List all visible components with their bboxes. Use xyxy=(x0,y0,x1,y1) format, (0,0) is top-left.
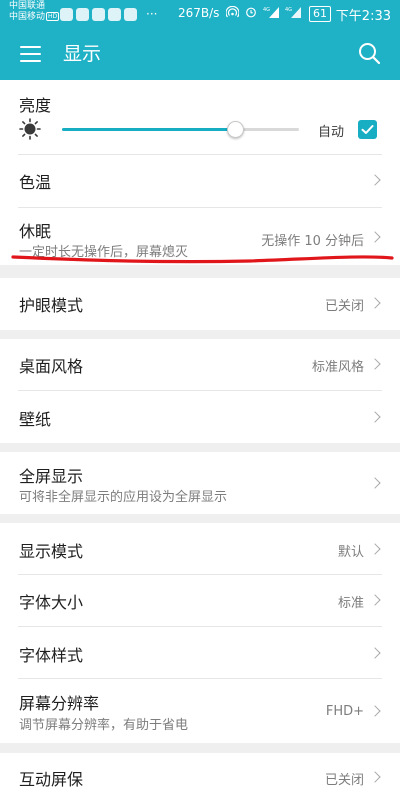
brightness-slider-thumb[interactable] xyxy=(227,121,244,138)
battery-indicator: 61 xyxy=(309,6,331,22)
app-notification-icon xyxy=(76,7,89,21)
screensaver-title: 互动屏保 xyxy=(19,770,84,789)
fullscreen-row[interactable]: 全屏显示 可将非全屏显示的应用设为全屏显示 xyxy=(0,452,400,514)
sleep-value: 无操作 10 分钟后 xyxy=(261,234,364,249)
app-notification-icon xyxy=(124,7,137,21)
carrier-2: 中国移动 xyxy=(9,12,46,22)
desktop-style-row[interactable]: 桌面风格 标准风格 xyxy=(0,339,400,390)
sleep-title: 休眠 xyxy=(19,222,52,241)
chevron-right-icon xyxy=(369,477,381,489)
page-title: 显示 xyxy=(63,43,102,65)
eye-comfort-value: 已关闭 xyxy=(324,299,364,314)
signal-2-label: 4G xyxy=(285,7,292,13)
resolution-value: FHD+ xyxy=(325,704,364,719)
brightness-slider-fill xyxy=(62,128,235,131)
eye-comfort-title: 护眼模式 xyxy=(19,296,84,315)
resolution-title: 屏幕分辨率 xyxy=(19,694,100,713)
auto-brightness-label: 自动 xyxy=(318,125,345,140)
eye-comfort-group: 护眼模式 已关闭 xyxy=(0,278,400,330)
app-notification-icon xyxy=(108,7,121,21)
screensaver-group: 互动屏保 已关闭 xyxy=(0,753,400,800)
app-bar: 显示 xyxy=(0,29,400,80)
font-size-value: 标准 xyxy=(337,596,364,611)
font-size-row[interactable]: 字体大小 标准 xyxy=(0,575,400,626)
fullscreen-title: 全屏显示 xyxy=(19,467,84,486)
chevron-right-icon xyxy=(369,771,381,783)
chevron-right-icon xyxy=(369,411,381,423)
resolution-row[interactable]: 屏幕分辨率 调节屏幕分辨率，有助于省电 FHD+ xyxy=(0,679,400,743)
color-temp-row[interactable]: 色温 xyxy=(0,155,400,207)
chevron-right-icon xyxy=(369,297,381,309)
desktop-group: 桌面风格 标准风格 壁纸 xyxy=(0,339,400,443)
display-mode-value: 默认 xyxy=(337,545,364,560)
notification-icons: ··· xyxy=(60,7,157,21)
chevron-right-icon xyxy=(369,231,381,243)
screensaver-row[interactable]: 互动屏保 已关闭 xyxy=(0,753,400,800)
chevron-right-icon xyxy=(369,358,381,370)
chevron-right-icon xyxy=(369,594,381,606)
display-mode-row[interactable]: 显示模式 默认 xyxy=(0,523,400,574)
network-speed: 267B/s xyxy=(178,6,220,20)
display-advanced-group: 显示模式 默认 字体大小 标准 字体样式 屏幕分辨率 调节屏幕分辨率，有助于省电… xyxy=(0,523,400,743)
font-size-title: 字体大小 xyxy=(19,593,84,612)
desktop-style-value: 标准风格 xyxy=(311,360,364,375)
font-style-row[interactable]: 字体样式 xyxy=(0,627,400,678)
hotspot-icon xyxy=(225,5,240,22)
chevron-right-icon xyxy=(369,647,381,659)
search-icon[interactable] xyxy=(358,42,381,65)
carrier-1: 中国联通 xyxy=(9,1,46,11)
fullscreen-subtitle: 可将非全屏显示的应用设为全屏显示 xyxy=(19,490,228,505)
more-notifications-icon: ··· xyxy=(146,6,158,21)
alarm-icon xyxy=(245,6,257,22)
fullscreen-group: 全屏显示 可将非全屏显示的应用设为全屏显示 xyxy=(0,452,400,514)
signal-4g-icon: 4G xyxy=(263,6,279,22)
color-temp-title: 色温 xyxy=(19,173,52,192)
wallpaper-title: 壁纸 xyxy=(19,410,52,429)
sleep-subtitle: 一定时长无操作后，屏幕熄灭 xyxy=(19,245,189,260)
chevron-right-icon xyxy=(369,174,381,186)
sleep-row[interactable]: 休眠 一定时长无操作后，屏幕熄灭 无操作 10 分钟后 xyxy=(0,208,400,265)
chevron-right-icon xyxy=(369,705,381,717)
status-bar: 中国联通 中国移动 HD ··· 267B/s 4G 4G 61 下午2:33 xyxy=(0,0,400,29)
wallpaper-row[interactable]: 壁纸 xyxy=(0,391,400,443)
resolution-subtitle: 调节屏幕分辨率，有助于省电 xyxy=(19,718,189,733)
app-notification-icon xyxy=(92,7,105,21)
signal-4g-icon: 4G xyxy=(285,6,301,22)
brightness-slider[interactable] xyxy=(62,121,299,138)
eye-comfort-row[interactable]: 护眼模式 已关闭 xyxy=(0,278,400,330)
screensaver-value: 已关闭 xyxy=(324,773,364,788)
signal-1-label: 4G xyxy=(263,7,270,13)
system-icons: 4G 4G 61 xyxy=(225,5,331,22)
display-mode-title: 显示模式 xyxy=(19,542,84,561)
font-style-title: 字体样式 xyxy=(19,646,84,665)
brightness-title: 亮度 xyxy=(19,96,52,115)
volte-badge: HD xyxy=(46,12,60,21)
auto-brightness-checkbox[interactable] xyxy=(358,120,377,139)
brightness-icon xyxy=(19,118,41,140)
menu-icon[interactable] xyxy=(20,45,41,62)
chevron-right-icon xyxy=(369,543,381,555)
brightness-row: 亮度 自动 xyxy=(0,80,400,154)
status-clock: 下午2:33 xyxy=(335,9,391,24)
display-basic-group: 亮度 自动 色温 休眠 一定时长无操作后，屏幕熄灭 无操作 10 分钟后 xyxy=(0,80,400,265)
desktop-style-title: 桌面风格 xyxy=(19,357,84,376)
carrier-info: 中国联通 中国移动 HD xyxy=(9,1,60,23)
app-notification-icon xyxy=(60,7,73,21)
